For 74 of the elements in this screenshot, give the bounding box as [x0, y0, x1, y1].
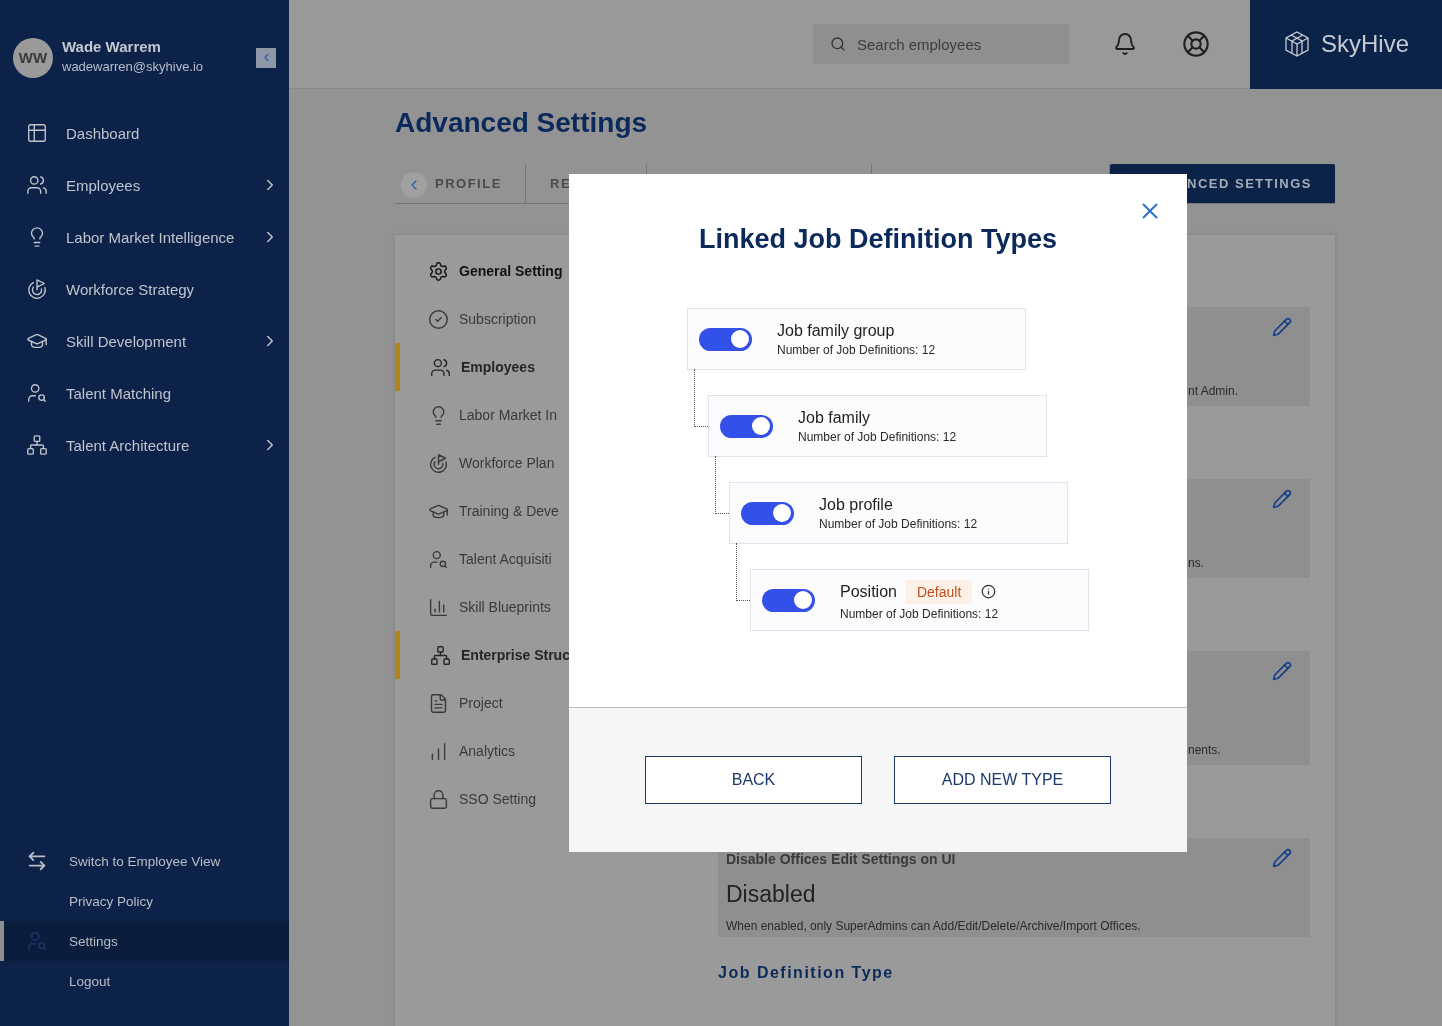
setting-description: nt Admin.: [1188, 384, 1240, 398]
setting-description: When enabled, only SuperAdmins can Add/Edit/Delete/Archive/Import Offices.: [726, 919, 1142, 933]
type-name: Position: [840, 582, 897, 601]
type-name: Job family: [798, 408, 871, 427]
dialog-button[interactable]: ADD NEW TYPE: [894, 756, 1111, 804]
user-search-icon: [26, 930, 48, 952]
settings-menu-item[interactable]: Project: [395, 679, 694, 727]
info-icon[interactable]: [981, 584, 997, 599]
nav-item[interactable]: Talent Matching: [0, 367, 289, 419]
settings-menu-item[interactable]: Labor Market In: [395, 391, 694, 439]
default-tag: Default: [905, 579, 973, 604]
avatar: WW: [13, 37, 53, 78]
definition-count: Number of Job Definitions: 12: [840, 606, 999, 621]
sidebar-link[interactable]: Privacy Policy: [0, 881, 289, 921]
sidebar-link[interactable]: Settings: [0, 921, 289, 961]
edit-icon[interactable]: [1272, 317, 1292, 337]
target-icon: [428, 452, 449, 474]
user-search-icon: [26, 382, 48, 404]
check-circle-icon: [428, 308, 449, 330]
settings-menu-item[interactable]: Training & Deve: [395, 487, 694, 535]
settings-menu-item[interactable]: Skill Blueprints: [395, 583, 694, 631]
edit-icon[interactable]: [1272, 661, 1292, 681]
nav-item[interactable]: Talent Architecture: [0, 419, 289, 471]
settings-menu-item[interactable]: Workforce Plan: [395, 439, 694, 487]
swap-icon: [26, 850, 48, 872]
nav-item[interactable]: Dashboard: [0, 107, 289, 159]
hierarchy-icon: [26, 434, 48, 456]
collapse-button[interactable]: [256, 47, 276, 68]
search-icon: [830, 36, 846, 52]
setting-description: ns.: [1188, 556, 1205, 570]
target-icon: [26, 278, 48, 300]
toggle-switch[interactable]: [762, 588, 815, 612]
toggle-switch[interactable]: [699, 327, 752, 351]
nav-item[interactable]: Labor Market Intelligence: [0, 211, 289, 263]
toggle-switch[interactable]: [720, 414, 773, 438]
logo-icon: [1283, 30, 1311, 58]
user-email: wadewarren@skyhive.io: [62, 58, 205, 74]
dialog-title: Linked Job Definition Types: [698, 224, 1058, 255]
settings-menu-item[interactable]: Talent Acquisiti: [395, 535, 694, 583]
people-icon: [430, 356, 451, 378]
nav-item[interactable]: Workforce Strategy: [0, 263, 289, 315]
edit-icon[interactable]: [1272, 848, 1292, 868]
settings-menu-item[interactable]: Subscription: [395, 295, 694, 343]
definition-count: Number of Job Definitions: 12: [798, 429, 957, 444]
bell-icon[interactable]: [1113, 32, 1137, 56]
dialog-button[interactable]: BACK: [645, 756, 862, 804]
settings-icon: [428, 260, 449, 282]
hierarchy-icon: [430, 644, 451, 666]
document-icon: [428, 692, 449, 714]
type-name: Job profile: [819, 495, 893, 514]
edit-icon[interactable]: [1272, 489, 1292, 509]
page-title: Advanced Settings: [395, 107, 649, 140]
lock-icon: [428, 788, 449, 810]
definition-count: Number of Job Definitions: 12: [819, 516, 978, 531]
sidebar-link[interactable]: Logout: [0, 961, 289, 1001]
settings-menu-item[interactable]: General Setting: [395, 247, 694, 295]
nav-item[interactable]: Skill Development: [0, 315, 289, 367]
user-search-icon: [428, 548, 449, 570]
setting-description: nents.: [1188, 743, 1222, 757]
type-name: Job family group: [777, 321, 895, 340]
toggle-switch[interactable]: [741, 501, 794, 525]
grid-icon: [26, 122, 48, 144]
help-icon[interactable]: [1182, 30, 1210, 58]
section-heading: Job Definition Type: [718, 964, 895, 982]
bar-chart-icon: [428, 596, 449, 618]
search-field[interactable]: Search employees: [813, 24, 1069, 64]
user-name: Wade Warrem: [62, 37, 162, 55]
definition-count: Number of Job Definitions: 12: [777, 342, 936, 357]
setting-value: Disabled: [726, 881, 817, 908]
sidebar-link[interactable]: Switch to Employee View: [0, 841, 289, 881]
people-icon: [26, 174, 48, 196]
nav-item[interactable]: Employees: [0, 159, 289, 211]
setting-title: Disable Offices Edit Settings on UI: [726, 851, 956, 867]
brand-name: SkyHive: [1321, 30, 1409, 58]
